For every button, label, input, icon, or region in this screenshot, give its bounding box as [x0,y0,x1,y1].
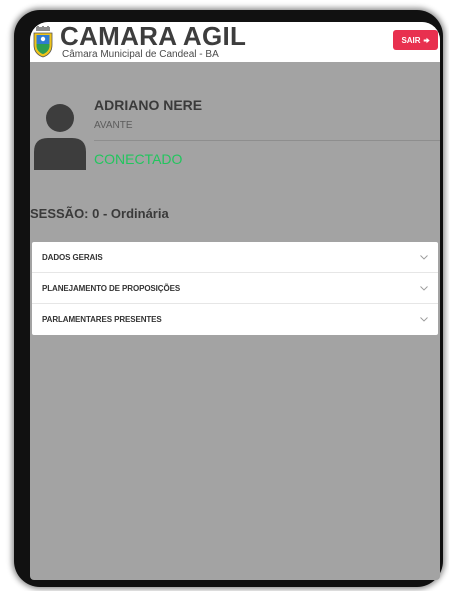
accordion-item-label: PLANEJAMENTO DE PROPOSIÇÕES [42,283,181,293]
chevron-down-icon [420,254,428,260]
session-accordion: DADOS GERAIS PLANEJAMENTO DE PROPOSIÇÕES… [32,242,438,335]
party-name: AVANTE [94,120,133,131]
accordion-item-parlamentares[interactable]: PARLAMENTARES PRESENTES [32,304,438,335]
logout-button[interactable]: SAIR [393,30,438,50]
connection-status: CONECTADO [94,151,183,167]
profile-divider [94,140,440,141]
user-silhouette-icon [34,104,86,170]
accordion-item-label: PARLAMENTARES PRESENTES [42,315,162,324]
app-screen: CAMARA AGIL Câmara Municipal de Candeal … [30,22,440,580]
app-header: CAMARA AGIL Câmara Municipal de Candeal … [30,22,440,62]
parliamentarian-name: ADRIANO NERE [94,97,203,113]
coat-of-arms-icon [33,26,53,58]
logout-icon [423,37,430,43]
chamber-name: Câmara Municipal de Candeal - BA [62,49,219,60]
chevron-down-icon [420,317,428,322]
app-title: CAMARA AGIL [60,22,247,51]
accordion-item-label: DADOS GERAIS [42,252,103,262]
accordion-item-dados-gerais[interactable]: DADOS GERAIS [32,242,438,273]
chevron-down-icon [420,285,428,291]
accordion-item-planejamento[interactable]: PLANEJAMENTO DE PROPOSIÇÕES [32,273,438,304]
session-title: SESSÃO: 0 - Ordinária [30,206,169,221]
logout-label: SAIR [401,35,421,45]
